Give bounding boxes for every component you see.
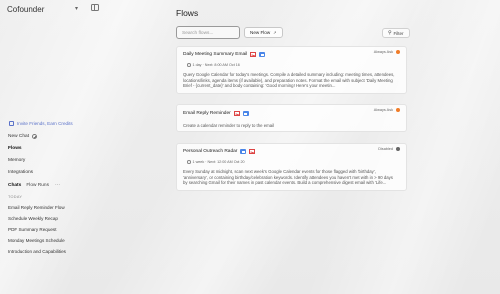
flow-schedule: 1 day · Next: 8:00 AM Oct 16 — [187, 63, 240, 67]
google-calendar-icon — [242, 111, 249, 116]
gmail-icon — [250, 52, 257, 57]
status-badge[interactable]: Always Ask — [374, 50, 400, 54]
sidebar-toggle-icon[interactable] — [91, 4, 99, 11]
filter-button[interactable]: ⚲ Filter — [382, 28, 410, 38]
status-badge[interactable]: Always Ask — [374, 108, 400, 112]
brand-name[interactable]: Cofounder — [7, 5, 44, 14]
clock-icon — [187, 160, 191, 164]
gmail-icon — [233, 111, 240, 116]
more-icon[interactable]: ··· — [55, 182, 60, 188]
google-calendar-icon — [259, 52, 266, 57]
status-dot — [396, 147, 400, 151]
brand-row: Cofounder ▾ — [7, 3, 160, 15]
chevron-down-icon[interactable]: ▾ — [75, 5, 78, 12]
gift-icon — [9, 121, 14, 126]
google-calendar-icon — [240, 149, 247, 154]
chat-history-item[interactable]: Email Reply Reminder Flow — [8, 205, 65, 210]
status-badge[interactable]: Disabled — [378, 147, 400, 151]
status-label: Always Ask — [373, 108, 393, 112]
flow-description: Create a calendar reminder to reply to t… — [183, 123, 274, 128]
sidebar-item-memory[interactable]: Memory — [8, 158, 25, 163]
flow-title: Email Reply Reminder — [183, 111, 231, 116]
status-dot — [396, 108, 400, 112]
flow-schedule: 1 week · Next: 12:00 AM Oct 20 — [187, 160, 245, 164]
page-title: Flows — [176, 8, 199, 18]
flow-description: Query Google Calendar for today's meetin… — [183, 72, 395, 89]
status-label: Always Ask — [373, 50, 393, 54]
plus-circle-icon — [32, 134, 38, 139]
invite-label: Invite Friends, Earn Credits — [17, 121, 73, 126]
flow-title: Daily Meeting Summary Email — [183, 52, 248, 57]
tab-chats[interactable]: Chats — [8, 183, 21, 188]
sidebar-item-integrations[interactable]: Integrations — [8, 170, 33, 175]
chat-history-item[interactable]: PDF Summary Request — [8, 227, 57, 232]
flow-title-row: Email Reply Reminder — [183, 111, 249, 116]
filter-label: Filter — [393, 30, 404, 36]
search-input[interactable]: Search flows... — [176, 26, 240, 39]
flow-card[interactable]: Personal Outreach Radar Disabled 1 week … — [176, 143, 407, 191]
flow-card[interactable]: Email Reply Reminder Always Ask Create a… — [176, 104, 407, 132]
flow-card[interactable]: Daily Meeting Summary Email Always Ask 1… — [176, 46, 407, 94]
section-label-today: TODAY — [8, 195, 23, 199]
flow-description: Every Sunday at midnight, scan next week… — [183, 169, 393, 186]
filter-icon: ⚲ — [388, 30, 392, 36]
schedule-text: 1 week · Next: 12:00 AM Oct 20 — [192, 160, 245, 164]
status-label: Disabled — [378, 147, 393, 151]
new-chat-label: New Chat — [8, 134, 30, 139]
tab-flow-runs[interactable]: Flow Runs — [26, 183, 49, 188]
invite-friends-link[interactable]: Invite Friends, Earn Credits — [9, 121, 73, 126]
sidebar-item-label: Integrations — [8, 170, 34, 175]
schedule-text: 1 day · Next: 8:00 AM Oct 16 — [192, 63, 240, 67]
chat-history-item[interactable]: Monday Meetings Schedule — [8, 238, 65, 243]
flow-title-row: Personal Outreach Radar — [183, 149, 256, 154]
sidebar-item-label: Flows — [8, 146, 22, 151]
chat-tabs: Chats Flow Runs ··· — [8, 182, 60, 188]
new-flow-button[interactable]: New Flow ↗ — [244, 27, 283, 38]
status-dot — [396, 50, 400, 54]
external-link-icon: ↗ — [273, 30, 277, 35]
clock-icon — [187, 63, 191, 67]
flow-title: Personal Outreach Radar — [183, 149, 238, 154]
gmail-icon — [249, 149, 256, 154]
sidebar-item-label: Memory — [8, 158, 26, 163]
sidebar-item-flows[interactable]: Flows — [8, 146, 22, 151]
flow-title-row: Daily Meeting Summary Email — [183, 52, 266, 57]
new-chat-button[interactable]: New Chat — [8, 134, 38, 139]
chat-history-item[interactable]: Schedule Weekly Recap — [8, 216, 58, 221]
sidebar: Cofounder ▾ Invite Friends, Earn Credits… — [0, 0, 168, 294]
new-flow-label: New Flow — [250, 30, 271, 35]
chat-history-item[interactable]: Introduction and Capabilities — [8, 249, 66, 254]
